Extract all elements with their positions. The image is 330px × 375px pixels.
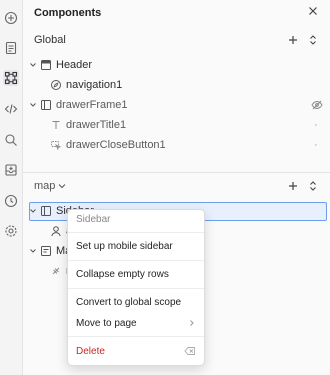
components-icon[interactable]: [3, 70, 19, 86]
inbox-icon[interactable]: [3, 162, 19, 178]
add-global-button[interactable]: [287, 34, 299, 46]
tree-label: drawerFrame1: [56, 99, 128, 111]
expand-collapse-icon[interactable]: [307, 34, 319, 46]
panel-title: Components: [34, 7, 102, 19]
section-divider: [23, 172, 330, 173]
header-component-icon: [41, 60, 51, 70]
menu-item-setup-mobile-sidebar[interactable]: Set up mobile sidebar: [68, 236, 204, 256]
chevron-down-icon[interactable]: [29, 207, 37, 215]
tree-row-drawerclosebutton1[interactable]: drawerCloseButton1 ·: [23, 136, 330, 154]
icon-rail: [0, 0, 23, 375]
menu-divider: [68, 288, 204, 289]
chevron-down-icon[interactable]: [29, 61, 37, 69]
menu-item-label: Set up mobile sidebar: [76, 240, 173, 252]
add-page-component-button[interactable]: [287, 180, 299, 192]
menu-item-convert-to-global[interactable]: Convert to global scope: [68, 292, 204, 312]
tree-label: drawerTitle1: [66, 119, 127, 131]
backspace-icon: [184, 347, 195, 355]
chevron-down-icon[interactable]: [29, 247, 37, 255]
user-icon: [51, 226, 61, 237]
add-icon[interactable]: [3, 10, 19, 26]
tree-row-drawerframe1[interactable]: drawerFrame1: [23, 96, 330, 114]
menu-item-label: Delete: [76, 345, 105, 357]
chevron-down-icon[interactable]: [57, 181, 67, 191]
tree-row-drawertitle1[interactable]: drawerTitle1 ·: [23, 116, 330, 134]
tree-label: Header: [56, 59, 93, 71]
text-icon: [52, 121, 60, 129]
tree-label: drawerCloseButton1: [66, 139, 166, 151]
context-menu: Sidebar Set up mobile sidebar Collapse e…: [67, 209, 205, 366]
button-cursor-icon: [51, 141, 62, 151]
tree-label: navigation1: [66, 79, 123, 91]
sidebar-icon: [41, 206, 51, 216]
close-icon[interactable]: [307, 5, 319, 17]
compass-icon: [51, 80, 61, 90]
page-select-label[interactable]: map: [34, 180, 55, 192]
menu-item-label: Move to page: [76, 317, 137, 329]
code-icon[interactable]: [3, 101, 19, 117]
menu-item-collapse-empty-rows[interactable]: Collapse empty rows: [68, 264, 204, 284]
menu-item-move-to-page[interactable]: Move to page: [68, 313, 204, 333]
chevron-down-icon[interactable]: [29, 101, 37, 109]
dot-icon: ·: [314, 139, 318, 151]
drawer-icon: [41, 100, 51, 110]
chevron-right-icon: [190, 320, 194, 326]
tree-row-navigation1[interactable]: navigation1: [23, 76, 330, 94]
menu-divider: [68, 260, 204, 261]
settings-icon[interactable]: [3, 223, 19, 239]
menu-divider: [68, 232, 204, 233]
history-icon[interactable]: [3, 193, 19, 209]
global-section-label: Global: [34, 34, 66, 46]
menu-item-delete[interactable]: Delete: [68, 341, 204, 361]
context-menu-header: Sidebar: [76, 214, 111, 225]
tree-row-header[interactable]: Header: [23, 56, 330, 74]
dot-icon: ·: [314, 119, 318, 131]
expand-collapse-icon[interactable]: [307, 180, 319, 192]
hidden-eye-icon[interactable]: [311, 99, 323, 111]
search-icon[interactable]: [3, 132, 19, 148]
menu-item-label: Convert to global scope: [76, 296, 182, 308]
map-pin-icon: [52, 267, 60, 275]
frame-icon: [41, 246, 51, 256]
menu-divider: [68, 336, 204, 337]
pages-icon[interactable]: [3, 40, 19, 56]
menu-item-label: Collapse empty rows: [76, 268, 169, 280]
